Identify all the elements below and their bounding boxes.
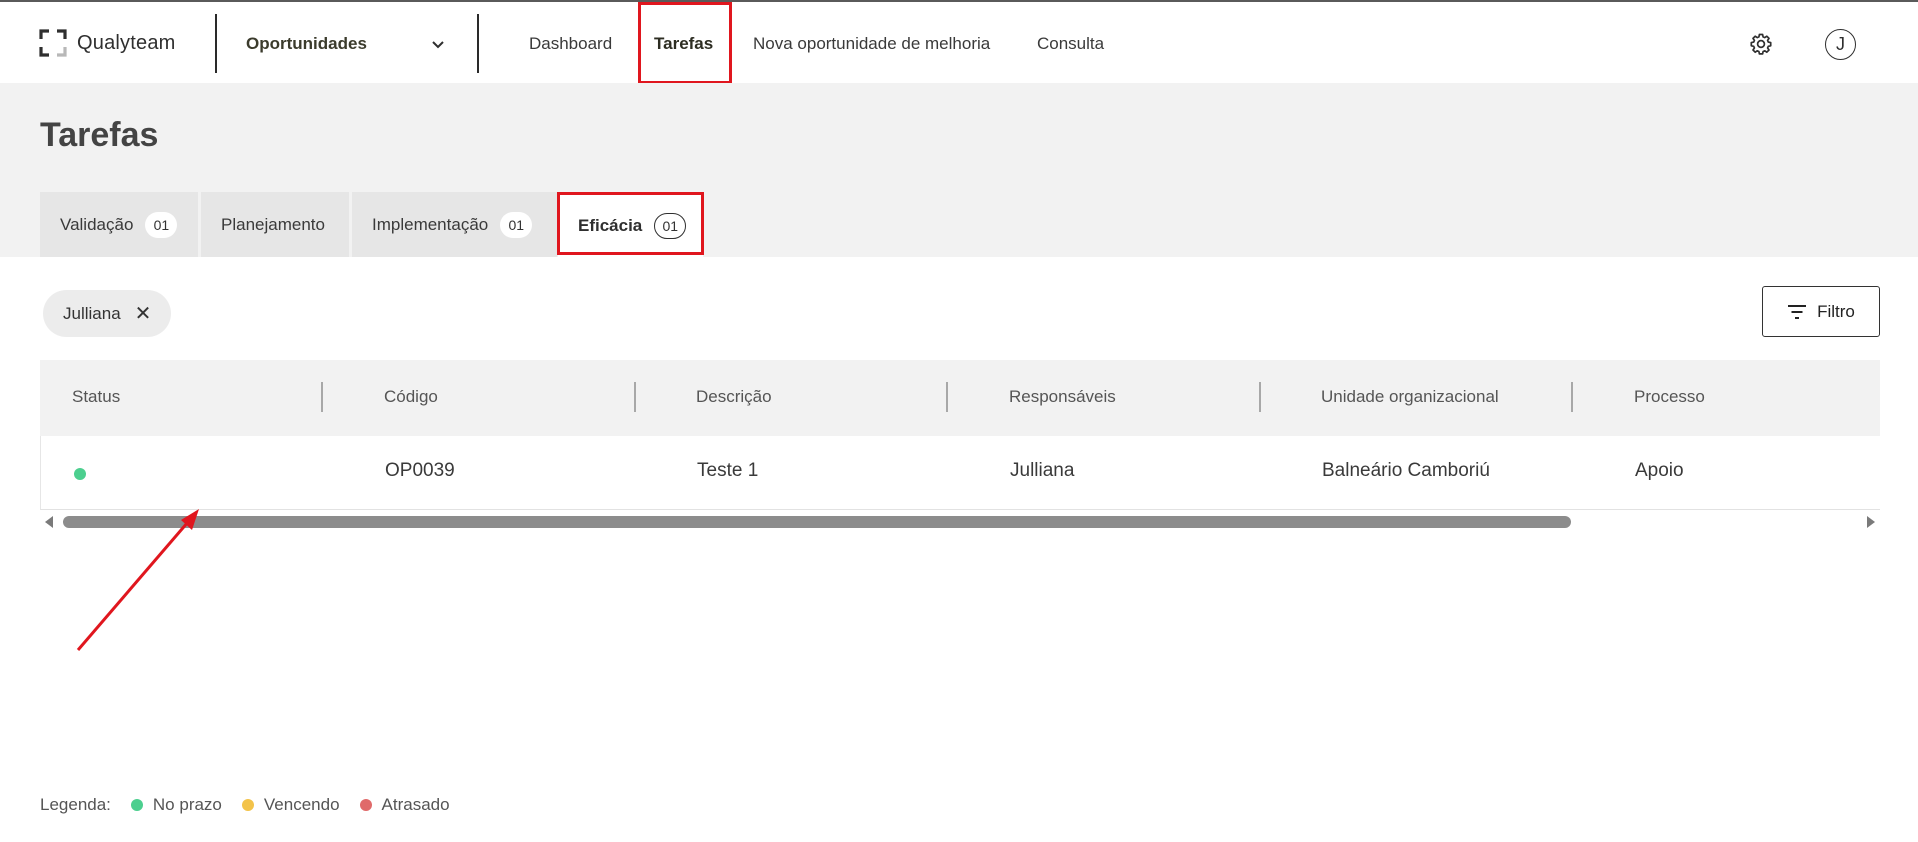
- tab-label: Implementação: [372, 214, 489, 234]
- horizontal-scrollbar[interactable]: [40, 512, 1880, 532]
- legend-dot: [130, 799, 143, 811]
- qualyteam-logo-icon: [39, 29, 67, 57]
- filter-chip-label: Julliana: [63, 303, 121, 323]
- tab-label: Planejamento: [221, 214, 325, 234]
- status-dot: [74, 468, 86, 480]
- page-header: Tarefas Validação 01 Planejamento Implem…: [0, 83, 1918, 257]
- close-icon[interactable]: ✕: [135, 304, 152, 324]
- tab-validacao[interactable]: Validação 01: [40, 192, 198, 257]
- column-resize-handle[interactable]: [946, 382, 948, 412]
- user-avatar[interactable]: J: [1825, 29, 1856, 60]
- cell-responsaveis: Julliana: [1010, 460, 1075, 481]
- table-row[interactable]: OP0039 Teste 1 Julliana Balneário Cambor…: [40, 436, 1880, 510]
- page-title: Tarefas: [40, 116, 159, 154]
- column-resize-handle[interactable]: [321, 382, 323, 412]
- column-header-processo[interactable]: Processo: [1634, 387, 1705, 407]
- legend-item-label: Vencendo: [263, 795, 340, 814]
- column-resize-handle[interactable]: [1571, 382, 1573, 412]
- cell-unidade: Balneário Camboriú: [1322, 460, 1490, 481]
- scroll-left-arrow[interactable]: [45, 516, 53, 528]
- tab-count-badge: 01: [500, 211, 533, 238]
- tab-planejamento[interactable]: Planejamento: [201, 192, 349, 257]
- gear-icon[interactable]: [1749, 32, 1773, 56]
- tab-eficacia[interactable]: Eficácia 01: [558, 192, 703, 257]
- column-header-status[interactable]: Status: [72, 387, 120, 407]
- status-legend: Legenda: No prazo Vencendo Atrasado: [40, 793, 450, 817]
- nav-tarefas[interactable]: Tarefas: [654, 34, 713, 54]
- module-select-value: Oportunidades: [246, 34, 367, 53]
- legend-item-no-prazo: No prazo: [130, 795, 222, 815]
- navbar-divider: [215, 14, 217, 73]
- column-resize-handle[interactable]: [634, 382, 636, 412]
- cell-processo: Apoio: [1635, 460, 1684, 481]
- filter-button[interactable]: Filtro: [1762, 286, 1880, 337]
- legend-item-label: Atrasado: [381, 795, 450, 814]
- column-header-unidade[interactable]: Unidade organizacional: [1321, 387, 1499, 407]
- column-header-responsaveis[interactable]: Responsáveis: [1009, 387, 1116, 407]
- scroll-thumb[interactable]: [63, 516, 1571, 528]
- scroll-right-arrow[interactable]: [1867, 516, 1875, 528]
- legend-label: Legenda:: [40, 795, 111, 814]
- brand-name: Qualyteam: [77, 31, 176, 54]
- legend-dot: [241, 799, 254, 811]
- tab-label: Validação: [60, 214, 134, 234]
- filter-chip: Julliana ✕: [43, 290, 172, 337]
- tab-count-badge: 01: [654, 212, 687, 239]
- filter-icon: [1788, 304, 1807, 319]
- tab-label: Eficácia: [578, 215, 643, 235]
- column-resize-handle[interactable]: [1259, 382, 1261, 412]
- legend-dot: [359, 799, 372, 811]
- nav-dashboard[interactable]: Dashboard: [529, 34, 612, 54]
- brand-logo[interactable]: Qualyteam: [39, 28, 176, 58]
- nav-consulta[interactable]: Consulta: [1037, 34, 1104, 54]
- legend-item-vencendo: Vencendo: [241, 795, 340, 815]
- nav-nova-oportunidade[interactable]: Nova oportunidade de melhoria: [753, 34, 990, 54]
- legend-item-label: No prazo: [152, 795, 222, 814]
- column-header-codigo[interactable]: Código: [384, 387, 438, 407]
- cell-descricao: Teste 1: [697, 460, 759, 481]
- cell-codigo: OP0039: [385, 460, 455, 481]
- legend-item-atrasado: Atrasado: [359, 795, 450, 815]
- table-header: Status Código Descrição Responsáveis Uni…: [40, 360, 1880, 436]
- tab-count-badge: 01: [145, 211, 178, 238]
- filter-button-label: Filtro: [1817, 301, 1855, 321]
- chevron-down-icon: [432, 41, 444, 49]
- tab-implementacao[interactable]: Implementação 01: [352, 192, 557, 257]
- tasks-table: Status Código Descrição Responsáveis Uni…: [40, 360, 1880, 510]
- navbar-divider: [477, 14, 479, 73]
- top-navbar: Qualyteam Oportunidades Dashboard Tarefa…: [0, 0, 1918, 84]
- column-header-descricao[interactable]: Descrição: [696, 387, 772, 407]
- module-select[interactable]: Oportunidades: [246, 30, 446, 58]
